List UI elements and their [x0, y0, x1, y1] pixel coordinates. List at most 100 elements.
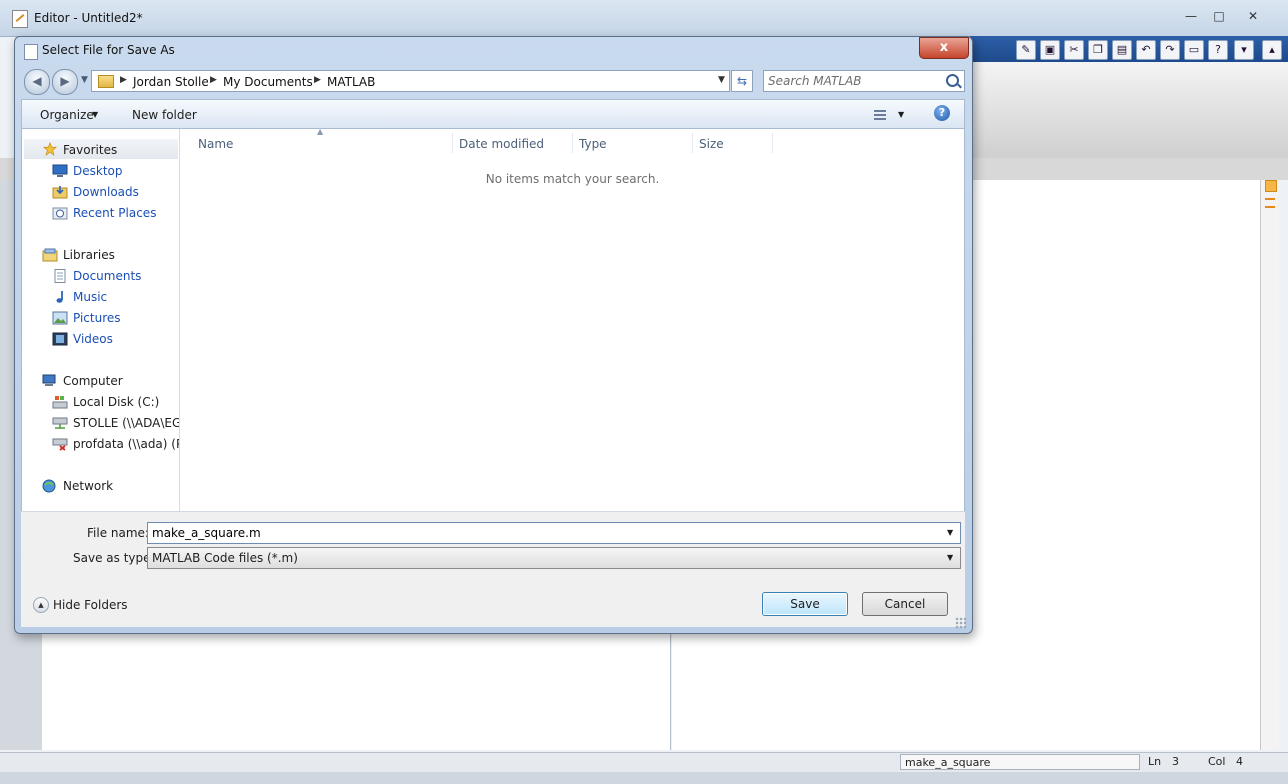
editor-scrollbar[interactable]	[1260, 180, 1279, 750]
hide-folders-button[interactable]: Hide Folders	[53, 598, 128, 612]
cut-icon[interactable]: ✂	[1064, 40, 1084, 60]
star-icon	[42, 142, 58, 156]
copy-icon[interactable]: ❐	[1088, 40, 1108, 60]
save-icon[interactable]: ▣	[1040, 40, 1060, 60]
search-box[interactable]	[763, 70, 965, 92]
nav-music[interactable]: Music	[73, 288, 107, 306]
nav-libraries[interactable]: Libraries	[63, 246, 115, 264]
editor-app-icon	[12, 10, 28, 28]
file-name-chevron-down-icon[interactable]: ▼	[947, 528, 953, 537]
dialog-title: Select File for Save As	[42, 43, 175, 57]
command-bar: Organize ▼ New folder ▼ ?	[21, 99, 965, 129]
analysis-status-indicator[interactable]	[1265, 180, 1277, 192]
organize-chevron-down-icon[interactable]: ▼	[92, 110, 98, 119]
editor-title: Editor - Untitled2*	[34, 11, 143, 25]
search-icon[interactable]	[946, 74, 959, 87]
back-arrow-icon: ◀	[32, 74, 42, 88]
music-icon	[56, 291, 63, 303]
forward-arrow-icon: ▶	[60, 74, 70, 88]
minimize-button[interactable]: —	[1178, 8, 1204, 24]
address-history-chevron-icon[interactable]: ▼	[718, 75, 725, 85]
videos-icon	[52, 332, 68, 346]
cancel-button[interactable]: Cancel	[862, 592, 948, 616]
navigation-pane[interactable]: Favorites Desktop Downloads Recent Place…	[21, 129, 180, 511]
save-as-type-label: Save as type:	[73, 551, 155, 565]
recent-locations-chevron-icon[interactable]: ▼	[81, 75, 88, 85]
nav-documents[interactable]: Documents	[73, 267, 141, 285]
nav-computer[interactable]: Computer	[63, 372, 123, 390]
resize-grip-icon[interactable]	[955, 617, 967, 629]
empty-list-message: No items match your search.	[485, 172, 660, 186]
column-name[interactable]: Name	[198, 137, 233, 151]
nav-downloads[interactable]: Downloads	[73, 183, 139, 201]
maximize-button[interactable]: □	[1206, 8, 1232, 24]
help-icon[interactable]: ?	[1208, 40, 1228, 60]
column-divider[interactable]	[772, 133, 773, 153]
file-list[interactable]: ▲ Name Date modified Type Size No items …	[180, 127, 965, 511]
editor-titlebar: Editor - Untitled2* — □ ✕	[0, 0, 1288, 37]
column-type[interactable]: Type	[579, 137, 607, 151]
dialog-close-button[interactable]: x	[919, 37, 969, 59]
address-bar[interactable]: ▶ Jordan Stolle ▶ My Documents ▶ MATLAB …	[91, 70, 730, 92]
new-file-icon[interactable]: ✎	[1016, 40, 1036, 60]
switch-windows-icon[interactable]: ▭	[1184, 40, 1204, 60]
network-icon	[42, 479, 56, 493]
chevron-up-icon[interactable]: ▲	[33, 597, 49, 613]
column-divider[interactable]	[692, 133, 693, 153]
documents-icon	[54, 269, 66, 283]
nav-favorites[interactable]: Favorites	[63, 141, 117, 159]
local-disk-icon	[52, 396, 68, 409]
forward-button[interactable]: ▶	[52, 69, 78, 95]
view-chevron-down-icon[interactable]: ▼	[898, 110, 904, 119]
nav-desktop[interactable]: Desktop	[73, 162, 123, 180]
refresh-button[interactable]: ⇆	[731, 70, 753, 92]
nav-network[interactable]: Network	[63, 477, 113, 495]
column-size[interactable]: Size	[699, 137, 724, 151]
minimize-toolstrip-icon[interactable]: ▴	[1262, 40, 1282, 60]
network-drive-icon	[52, 417, 68, 429]
taskbar-edge	[0, 772, 1288, 784]
status-function-name: make_a_square	[900, 754, 1140, 770]
save-form: File name: ▼ Save as type: MATLAB Code f…	[21, 511, 965, 627]
column-date-modified[interactable]: Date modified	[459, 137, 544, 151]
redo-icon[interactable]: ↷	[1160, 40, 1180, 60]
back-button[interactable]: ◀	[24, 69, 50, 95]
quick-access-toolbar: ✎ ▣ ✂ ❐ ▤ ↶ ↷ ▭ ? ▾ ▴	[970, 36, 1288, 62]
breadcrumb-arrow-icon[interactable]: ▶	[314, 75, 321, 85]
nav-pictures[interactable]: Pictures	[73, 309, 121, 327]
warning-marker[interactable]	[1265, 206, 1275, 208]
help-icon[interactable]: ?	[934, 105, 950, 121]
status-line-value: 3	[1172, 755, 1179, 768]
new-folder-button[interactable]: New folder	[132, 108, 197, 122]
search-input[interactable]	[768, 73, 938, 89]
save-button[interactable]: Save	[762, 592, 848, 616]
column-divider[interactable]	[452, 133, 453, 153]
status-line-label: Ln	[1148, 755, 1162, 768]
nav-stolle-drive[interactable]: STOLLE (\\ADA\EGR	[73, 414, 179, 432]
dialog-app-icon	[24, 44, 38, 60]
view-details-icon[interactable]	[874, 110, 886, 120]
breadcrumb-jordan-stolle[interactable]: Jordan Stolle	[133, 75, 209, 89]
breadcrumb-my-documents[interactable]: My Documents	[223, 75, 313, 89]
breadcrumb-arrow-icon[interactable]: ▶	[120, 75, 127, 85]
sort-ascending-icon: ▲	[317, 127, 324, 136]
nav-local-disk[interactable]: Local Disk (C:)	[73, 393, 159, 411]
save-as-type-chevron-down-icon[interactable]: ▼	[947, 553, 953, 562]
paste-icon[interactable]: ▤	[1112, 40, 1132, 60]
nav-profdata-drive[interactable]: profdata (\\ada) (P:)	[73, 435, 179, 453]
file-name-input[interactable]	[147, 522, 961, 544]
warning-marker[interactable]	[1265, 198, 1275, 200]
status-column-value: 4	[1236, 755, 1243, 768]
close-window-button[interactable]: ✕	[1240, 8, 1266, 24]
breadcrumb-matlab[interactable]: MATLAB	[327, 75, 375, 89]
save-as-type-select[interactable]: MATLAB Code files (*.m)	[147, 547, 961, 569]
breadcrumb-arrow-icon[interactable]: ▶	[210, 75, 217, 85]
organize-button[interactable]: Organize	[40, 108, 94, 122]
disconnected-drive-icon	[52, 438, 68, 451]
column-divider[interactable]	[572, 133, 573, 153]
nav-videos[interactable]: Videos	[73, 330, 113, 348]
options-menu-icon[interactable]: ▾	[1234, 40, 1254, 60]
nav-recent-places[interactable]: Recent Places	[73, 204, 156, 222]
undo-icon[interactable]: ↶	[1136, 40, 1156, 60]
refresh-icon: ⇆	[736, 74, 748, 88]
